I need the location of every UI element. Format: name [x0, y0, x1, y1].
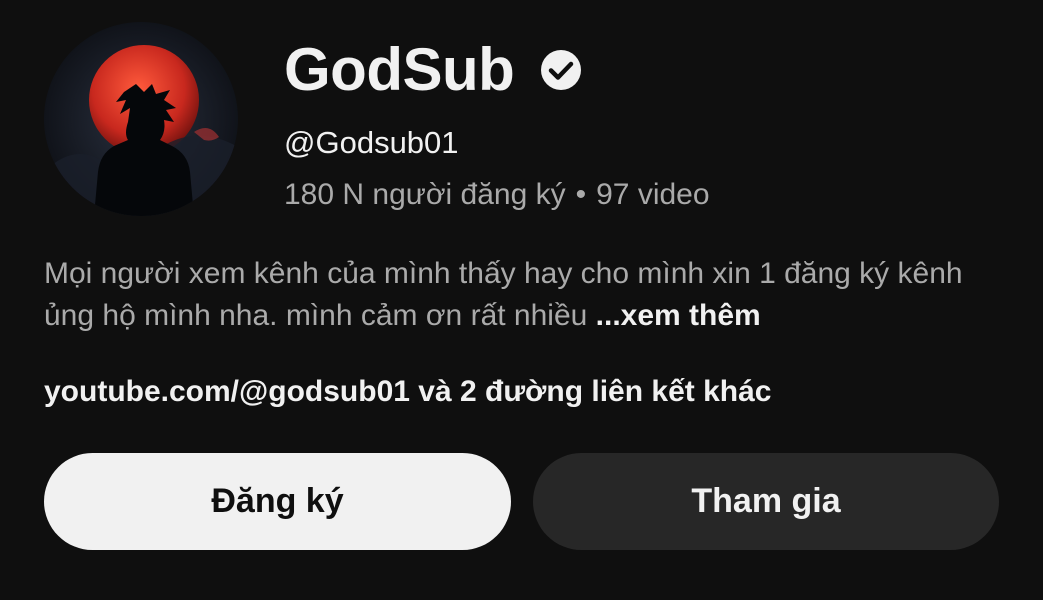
channel-name: GodSub [284, 36, 515, 103]
stats-separator: • [575, 178, 587, 211]
channel-description[interactable]: Mọi người xem kênh của mình thấy hay cho… [44, 253, 1004, 337]
join-button-label: Tham gia [691, 482, 841, 520]
subscriber-count: 180 N người đăng ký [284, 178, 566, 211]
channel-handle: @Godsub01 [284, 125, 459, 160]
channel-title-row: GodSub [284, 30, 582, 110]
video-count: 97 video [596, 178, 710, 211]
channel-stats: 180 N người đăng ký • 97 video [284, 177, 710, 213]
verified-check-icon [540, 49, 582, 91]
channel-links[interactable]: youtube.com/@godsub01 và 2 đường liên kế… [44, 374, 771, 410]
channel-header: GodSub @Godsub01 180 N người đăng ký • 97 … [0, 0, 1043, 600]
show-more-link[interactable]: ...xem thêm [596, 299, 761, 332]
join-button[interactable]: Tham gia [533, 453, 999, 550]
subscribe-button-label: Đăng ký [211, 482, 344, 520]
channel-avatar[interactable] [44, 22, 238, 216]
subscribe-button[interactable]: Đăng ký [44, 453, 511, 550]
avatar-image [44, 22, 238, 216]
description-text: Mọi người xem kênh của mình thấy hay cho… [44, 257, 963, 332]
